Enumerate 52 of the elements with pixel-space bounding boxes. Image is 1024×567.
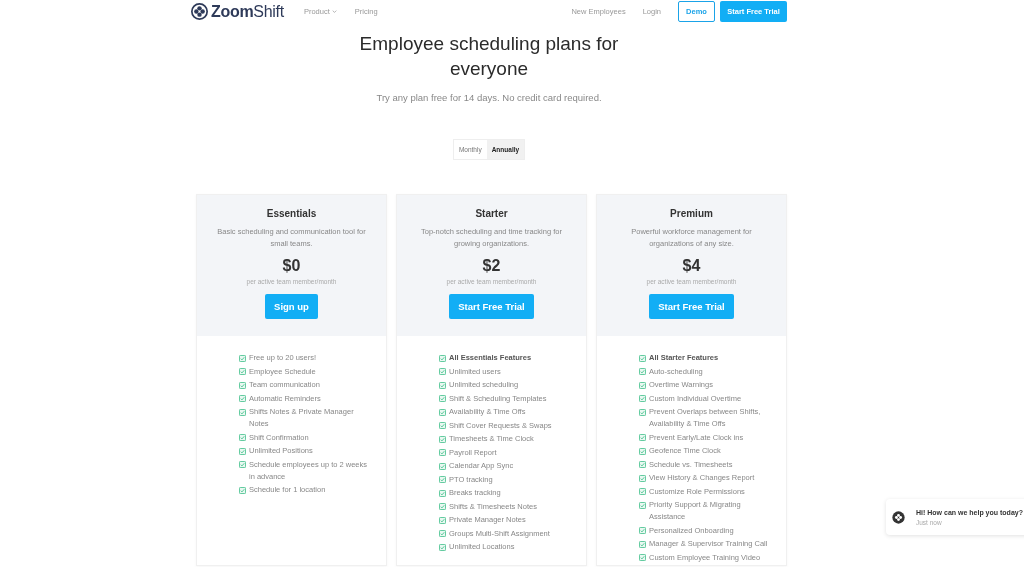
checkbox-icon (439, 395, 446, 402)
plan-button[interactable]: Start Free Trial (649, 294, 734, 319)
checkbox-icon (639, 488, 646, 495)
checkbox-icon (439, 449, 446, 456)
checkbox-icon (639, 527, 646, 534)
checkbox-icon (639, 354, 646, 362)
checkbox-icon (639, 368, 646, 375)
checkbox-icon (239, 354, 246, 362)
plan-button[interactable]: Sign up (265, 294, 318, 319)
checkbox-icon (239, 486, 246, 494)
checkbox-icon (239, 434, 246, 441)
checkbox-icon (439, 530, 446, 537)
plan-price: $4 (682, 257, 701, 275)
checkbox-icon (639, 447, 646, 455)
logo-wordmark[interactable]: ZoomShift (211, 2, 284, 21)
checkbox-icon (639, 381, 646, 389)
checkbox-icon (639, 474, 646, 482)
checkbox-icon (239, 447, 246, 455)
checkbox-icon (439, 354, 446, 362)
checkbox-icon (239, 395, 246, 402)
checkbox-icon (239, 461, 246, 468)
checkbox-icon (639, 408, 646, 416)
page-heading: Employee scheduling plans for everyone (358, 32, 620, 81)
plan-name: Premium (670, 208, 713, 219)
checkbox-icon (439, 503, 446, 510)
checkbox-icon (439, 381, 446, 389)
logo-icon[interactable] (191, 3, 208, 20)
checkbox-icon (239, 408, 246, 416)
checkbox-icon (439, 435, 446, 443)
checkbox-icon (439, 408, 446, 416)
plan-price: $2 (482, 257, 501, 275)
checkbox-icon (239, 368, 246, 375)
plan-button[interactable]: Start Free Trial (449, 294, 534, 319)
checkbox-icon (639, 540, 646, 548)
checkbox-icon (639, 395, 646, 402)
checkbox-icon (639, 501, 646, 509)
checkbox-icon (639, 434, 646, 441)
chat-avatar-icon (892, 510, 905, 524)
checkbox-icon (439, 543, 446, 551)
plan-name: Starter (475, 208, 508, 219)
plan-name: Essentials (266, 208, 317, 219)
checkbox-icon (439, 368, 446, 375)
checkbox-icon (439, 476, 446, 483)
checkbox-icon (239, 381, 246, 389)
checkbox-icon (439, 489, 446, 497)
checkbox-icon (639, 554, 646, 561)
checkbox-icon (439, 516, 446, 524)
checkbox-icon (439, 422, 446, 429)
checkbox-icon (439, 462, 446, 470)
plan-price: $0 (282, 257, 301, 275)
page-subtitle: Try any plan free for 14 days. No credit card required. (375, 92, 603, 103)
checkbox-icon (639, 461, 646, 468)
